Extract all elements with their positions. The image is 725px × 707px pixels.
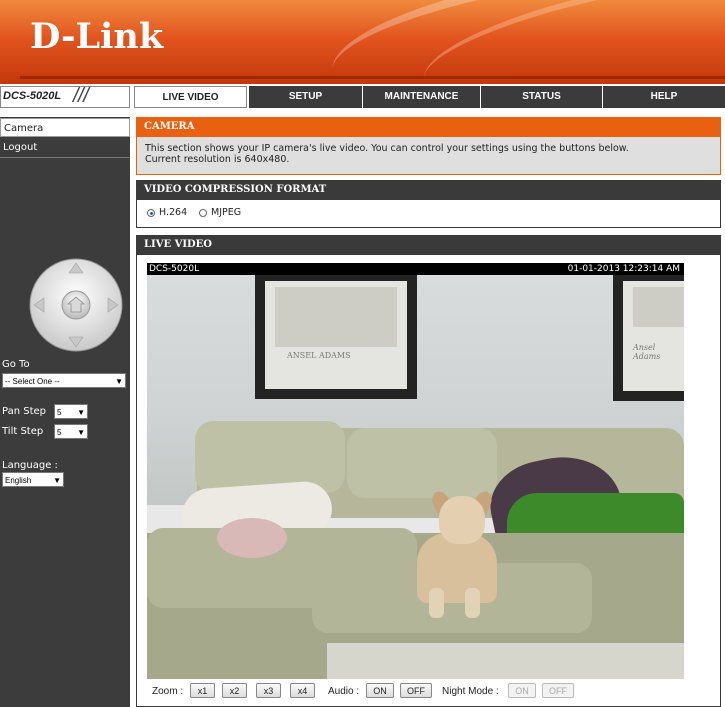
audio-label: Audio :: [328, 686, 360, 697]
live-video-section-title: LIVE VIDEO: [136, 235, 721, 255]
sidebar-item-logout[interactable]: Logout: [0, 138, 130, 157]
model-name: DCS-5020L: [3, 90, 62, 102]
video-scene-frame: Ansel Adams: [613, 271, 684, 401]
tab-setup[interactable]: SETUP: [248, 86, 362, 108]
night-mode-off-button[interactable]: OFF: [542, 683, 574, 698]
osd-timestamp: 01-01-2013 12:23:14 AM: [567, 264, 680, 274]
compression-section-title: VIDEO COMPRESSION FORMAT: [136, 180, 721, 200]
zoom-label: Zoom :: [152, 686, 184, 697]
header-banner: D-Link: [0, 0, 725, 84]
chevron-down-icon: ▼: [77, 428, 85, 437]
video-controls: Zoom : x1 x2 x3 x4 Audio : ON OFF Night …: [136, 680, 721, 707]
video-osd-bar: DCS-5020L 01-01-2013 12:23:14 AM: [147, 263, 684, 275]
nav-bar: DCS-5020L / / / LIVE VIDEO SETUP MAINTEN…: [0, 84, 725, 110]
ptz-control-pad[interactable]: [28, 257, 124, 353]
compression-section-body: H.264 MJPEG: [136, 200, 721, 228]
h264-radio[interactable]: [147, 209, 155, 217]
goto-label: Go To: [2, 359, 30, 370]
audio-on-button[interactable]: ON: [366, 683, 394, 698]
tab-status[interactable]: STATUS: [480, 86, 602, 108]
tab-live-video[interactable]: LIVE VIDEO: [134, 86, 247, 108]
zoom-x3-button[interactable]: x3: [256, 683, 281, 698]
mjpeg-radio[interactable]: [199, 209, 207, 217]
model-slashes-decor: / / /: [73, 85, 89, 107]
night-mode-label: Night Mode :: [442, 686, 499, 697]
header-rule: [20, 66, 725, 79]
osd-camera-name: DCS-5020L: [149, 264, 200, 274]
video-scene-plush: [217, 518, 287, 558]
chevron-down-icon: ▼: [115, 377, 123, 386]
tab-help[interactable]: HELP: [602, 86, 725, 108]
chevron-down-icon: ▼: [77, 408, 85, 417]
sidebar-divider: [0, 157, 130, 158]
mjpeg-label[interactable]: MJPEG: [211, 207, 241, 218]
tilt-step-label: Tilt Step: [2, 426, 44, 437]
zoom-x2-button[interactable]: x2: [222, 683, 247, 698]
sidebar-item-camera[interactable]: Camera: [0, 118, 130, 137]
night-mode-on-button[interactable]: ON: [508, 683, 536, 698]
goto-select[interactable]: -- Select One -- ▼: [2, 373, 126, 388]
h264-label[interactable]: H.264: [159, 207, 187, 218]
audio-off-button[interactable]: OFF: [400, 683, 432, 698]
language-label: Language :: [2, 460, 58, 471]
language-value: English: [5, 476, 32, 485]
zoom-x1-button[interactable]: x1: [190, 683, 215, 698]
chevron-down-icon: ▼: [53, 476, 61, 485]
live-video-feed[interactable]: ANSEL ADAMS Ansel Adams DCS-5020L 01-01-…: [147, 263, 684, 679]
zoom-x4-button[interactable]: x4: [290, 683, 315, 698]
tab-maintenance[interactable]: MAINTENANCE: [362, 86, 480, 108]
goto-select-value: -- Select One --: [5, 377, 60, 386]
pan-step-value: 5: [57, 408, 62, 417]
camera-section-title: CAMERA: [136, 117, 721, 137]
language-select[interactable]: English ▼: [2, 472, 64, 487]
tilt-step-value: 5: [57, 428, 62, 437]
video-scene-frame: ANSEL ADAMS: [255, 271, 417, 399]
camera-description-line1: This section shows your IP camera's live…: [145, 143, 629, 154]
camera-section-body: This section shows your IP camera's live…: [136, 137, 721, 175]
pan-step-label: Pan Step: [2, 406, 46, 417]
frame-caption: Ansel Adams: [633, 343, 661, 361]
model-label-box: DCS-5020L / / /: [0, 85, 130, 108]
dlink-logo: D-Link: [30, 16, 164, 57]
pan-step-select[interactable]: 5 ▼: [54, 404, 88, 419]
tilt-step-select[interactable]: 5 ▼: [54, 424, 88, 439]
camera-description-line2: Current resolution is 640x480.: [145, 154, 290, 165]
sidebar: Camera Logout Go To -- Select One -- ▼ P…: [0, 117, 130, 707]
frame-caption: ANSEL ADAMS: [287, 351, 351, 360]
